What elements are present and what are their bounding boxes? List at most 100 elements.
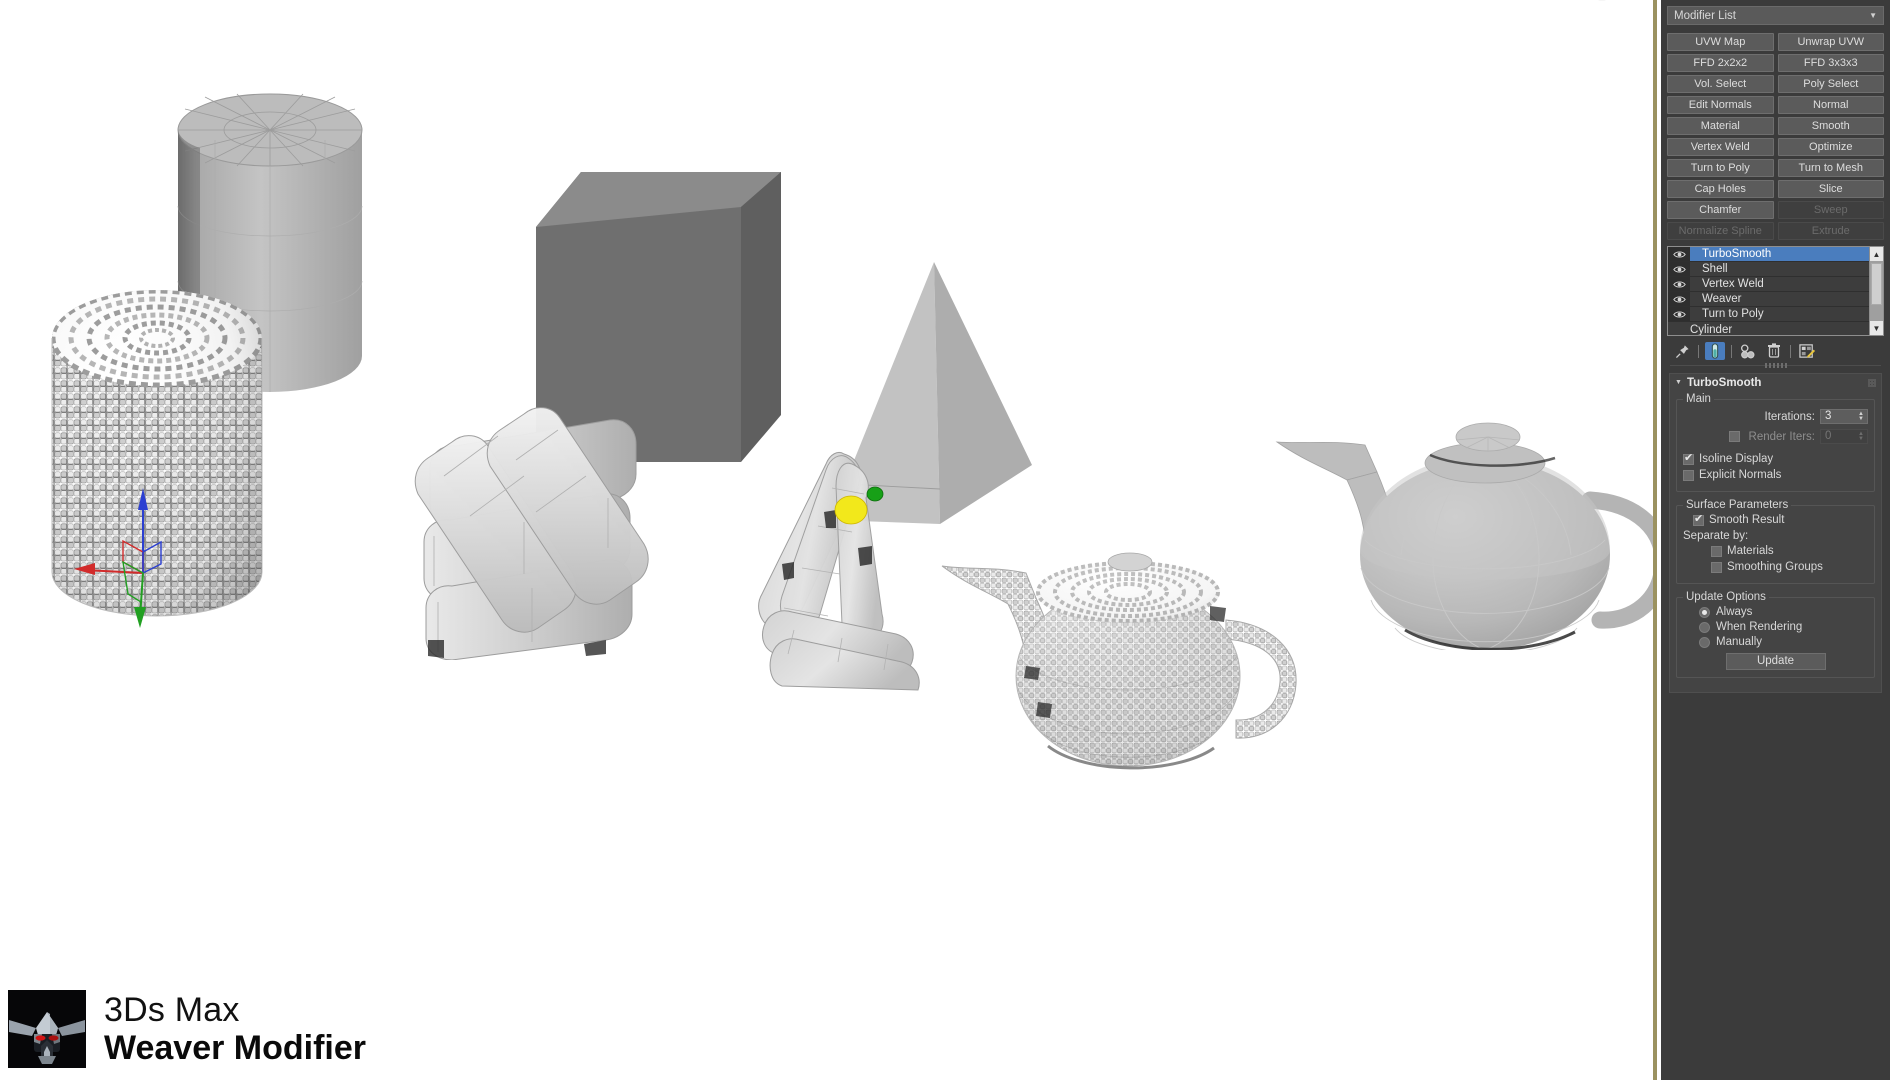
- app-subtitle: Weaver Modifier: [104, 1029, 367, 1067]
- turbosmooth-rollout: ▼ TurboSmooth Main Iterations: 3 ▲ ▼ Ren…: [1669, 373, 1882, 693]
- modifier-stack-item-turn-to-poly[interactable]: Turn to Poly: [1668, 307, 1869, 322]
- modifier-button-slice[interactable]: Slice: [1777, 180, 1884, 198]
- modifier-stack-list[interactable]: TurboSmooth Shell Vertex Weld Weaver Turn to…: [1668, 247, 1869, 335]
- smoothing-groups-label: Smoothing Groups: [1727, 561, 1823, 573]
- render-iters-checkbox-box: [1728, 431, 1740, 442]
- eye-icon[interactable]: [1668, 277, 1690, 291]
- iterations-spin-arrows[interactable]: ▲ ▼: [1855, 410, 1867, 423]
- modifier-stack-item-label: Cylinder: [1690, 323, 1733, 336]
- surface-parameters-group: Surface Parameters Smooth Result Separat…: [1676, 499, 1875, 584]
- modifier-button-vol-select[interactable]: Vol. Select: [1667, 75, 1774, 93]
- eye-icon[interactable]: [1668, 292, 1690, 306]
- modifier-button-material[interactable]: Material: [1667, 117, 1774, 135]
- toolbar-separator: [1698, 344, 1699, 358]
- modifier-stack-item-label: Turn to Poly: [1702, 308, 1764, 320]
- smooth-result-checkbox[interactable]: Smooth Result: [1693, 513, 1868, 526]
- smoothing-groups-box: [1711, 561, 1722, 573]
- iterations-label: Iterations:: [1764, 410, 1816, 423]
- explicit-normals-checkbox[interactable]: Explicit Normals: [1683, 469, 1868, 481]
- modifier-button-vertex-weld[interactable]: Vertex Weld: [1667, 138, 1774, 156]
- render-iters-label: Render Iters:: [1748, 430, 1815, 443]
- render-iters-stepper[interactable]: 0 ▲ ▼: [1820, 429, 1868, 444]
- modifier-button-grid: UVW Map Unwrap UVW FFD 2x2x2 FFD 3x3x3 Vol. …: [1667, 33, 1884, 240]
- modifier-button-normalize-spline: Normalize Spline: [1667, 222, 1774, 240]
- modifier-button-edit-normals[interactable]: Edit Normals: [1667, 96, 1774, 114]
- modifier-stack: TurboSmooth Shell Vertex Weld Weaver Turn to…: [1667, 246, 1884, 336]
- rollout-grip-icon: [1868, 378, 1876, 387]
- reference-teapot[interactable]: [1255, 400, 1657, 650]
- modifier-button-extrude: Extrude: [1777, 222, 1884, 240]
- woven-pyramid[interactable]: [732, 448, 942, 692]
- iterations-stepper[interactable]: 3 ▲ ▼: [1820, 409, 1868, 424]
- robot-head-icon: [8, 990, 86, 1068]
- iterations-value: 3: [1825, 410, 1832, 422]
- eye-icon[interactable]: [1668, 262, 1690, 276]
- modifier-stack-item-label: Shell: [1702, 263, 1728, 275]
- scroll-track[interactable]: [1870, 261, 1883, 321]
- modifier-stack-item-shell[interactable]: Shell: [1668, 262, 1869, 277]
- panel-grip[interactable]: [1670, 365, 1881, 370]
- pin-stack-icon[interactable]: [1672, 342, 1692, 360]
- modifier-list-dropdown[interactable]: Modifier List ▼: [1667, 6, 1884, 25]
- surface-group-legend: Surface Parameters: [1686, 499, 1789, 511]
- update-option-label: When Rendering: [1716, 621, 1803, 633]
- modifier-button-chamfer[interactable]: Chamfer: [1667, 201, 1774, 219]
- make-unique-icon[interactable]: [1738, 342, 1758, 360]
- separate-by-label: Separate by:: [1683, 530, 1749, 542]
- radio-dot: [1699, 606, 1710, 618]
- remove-modifier-icon[interactable]: [1764, 342, 1784, 360]
- configure-modifier-sets-icon[interactable]: [1797, 342, 1817, 360]
- isoline-display-box: [1683, 452, 1694, 465]
- modifier-stack-item-vertex-weld[interactable]: Vertex Weld: [1668, 277, 1869, 292]
- woven-cylinder[interactable]: [48, 276, 266, 638]
- modifier-button-turn-to-poly[interactable]: Turn to Poly: [1667, 159, 1774, 177]
- rollout-header[interactable]: ▼ TurboSmooth: [1670, 374, 1881, 391]
- main-group-legend: Main: [1686, 393, 1711, 405]
- main-group: Main Iterations: 3 ▲ ▼ Render Iters: 0 ▲…: [1676, 393, 1875, 492]
- update-option-when-rendering[interactable]: When Rendering: [1699, 621, 1868, 633]
- modifier-button-sweep: Sweep: [1777, 201, 1884, 219]
- modifier-button-turn-to-mesh[interactable]: Turn to Mesh: [1777, 159, 1884, 177]
- app-root: 3Ds Max Weaver Modifier Modifier List ▼ …: [0, 0, 1890, 1080]
- radio-dot: [1699, 621, 1710, 633]
- scroll-thumb[interactable]: [1871, 263, 1882, 305]
- modifier-button-ffd-2x2x2[interactable]: FFD 2x2x2: [1667, 54, 1774, 72]
- eye-icon[interactable]: [1668, 247, 1690, 261]
- modifier-stack-scrollbar[interactable]: ▲ ▼: [1869, 247, 1883, 335]
- render-iters-row: Render Iters: 0 ▲ ▼: [1683, 428, 1868, 445]
- isoline-display-checkbox[interactable]: Isoline Display: [1683, 452, 1868, 465]
- radio-dot: [1699, 636, 1710, 648]
- materials-checkbox[interactable]: Materials: [1711, 545, 1868, 557]
- modifier-stack-item-weaver[interactable]: Weaver: [1668, 292, 1869, 307]
- green-handle: [866, 486, 884, 502]
- modifier-button-normal[interactable]: Normal: [1777, 96, 1884, 114]
- modifier-button-optimize[interactable]: Optimize: [1777, 138, 1884, 156]
- yellow-handle: [834, 495, 868, 525]
- scroll-up-button[interactable]: ▲: [1870, 247, 1883, 261]
- smoothing-groups-checkbox[interactable]: Smoothing Groups: [1711, 561, 1868, 573]
- modifier-button-cap-holes[interactable]: Cap Holes: [1667, 180, 1774, 198]
- update-option-always[interactable]: Always: [1699, 606, 1868, 618]
- eye-icon[interactable]: [1668, 307, 1690, 321]
- render-iters-spin-arrows[interactable]: ▲ ▼: [1855, 430, 1867, 443]
- modifier-button-poly-select[interactable]: Poly Select: [1777, 75, 1884, 93]
- render-iters-checkbox[interactable]: [1728, 431, 1745, 442]
- view-cube[interactable]: [1566, 0, 1638, 24]
- update-option-manually[interactable]: Manually: [1699, 636, 1868, 648]
- viewport[interactable]: [0, 0, 1657, 1080]
- brand-text: 3Ds Max Weaver Modifier: [104, 991, 366, 1067]
- modifier-stack-item-turbosmooth[interactable]: TurboSmooth: [1668, 247, 1869, 262]
- modifier-stack-item-cylinder[interactable]: Cylinder: [1668, 322, 1869, 335]
- woven-teapot[interactable]: [930, 528, 1300, 778]
- modifier-button-smooth[interactable]: Smooth: [1777, 117, 1884, 135]
- modifier-button-ffd-3x3x3[interactable]: FFD 3x3x3: [1777, 54, 1884, 72]
- modifier-button-uvw-map[interactable]: UVW Map: [1667, 33, 1774, 51]
- update-button[interactable]: Update: [1725, 653, 1826, 670]
- woven-box[interactable]: [412, 390, 662, 660]
- app-name: 3Ds Max: [104, 990, 240, 1029]
- scroll-down-button[interactable]: ▼: [1870, 321, 1883, 335]
- toolbar-separator: [1790, 344, 1791, 358]
- update-options-group: Update Options Always When Rendering Manua…: [1676, 591, 1875, 678]
- show-end-result-icon[interactable]: [1705, 342, 1725, 360]
- modifier-button-unwrap-uvw[interactable]: Unwrap UVW: [1777, 33, 1884, 51]
